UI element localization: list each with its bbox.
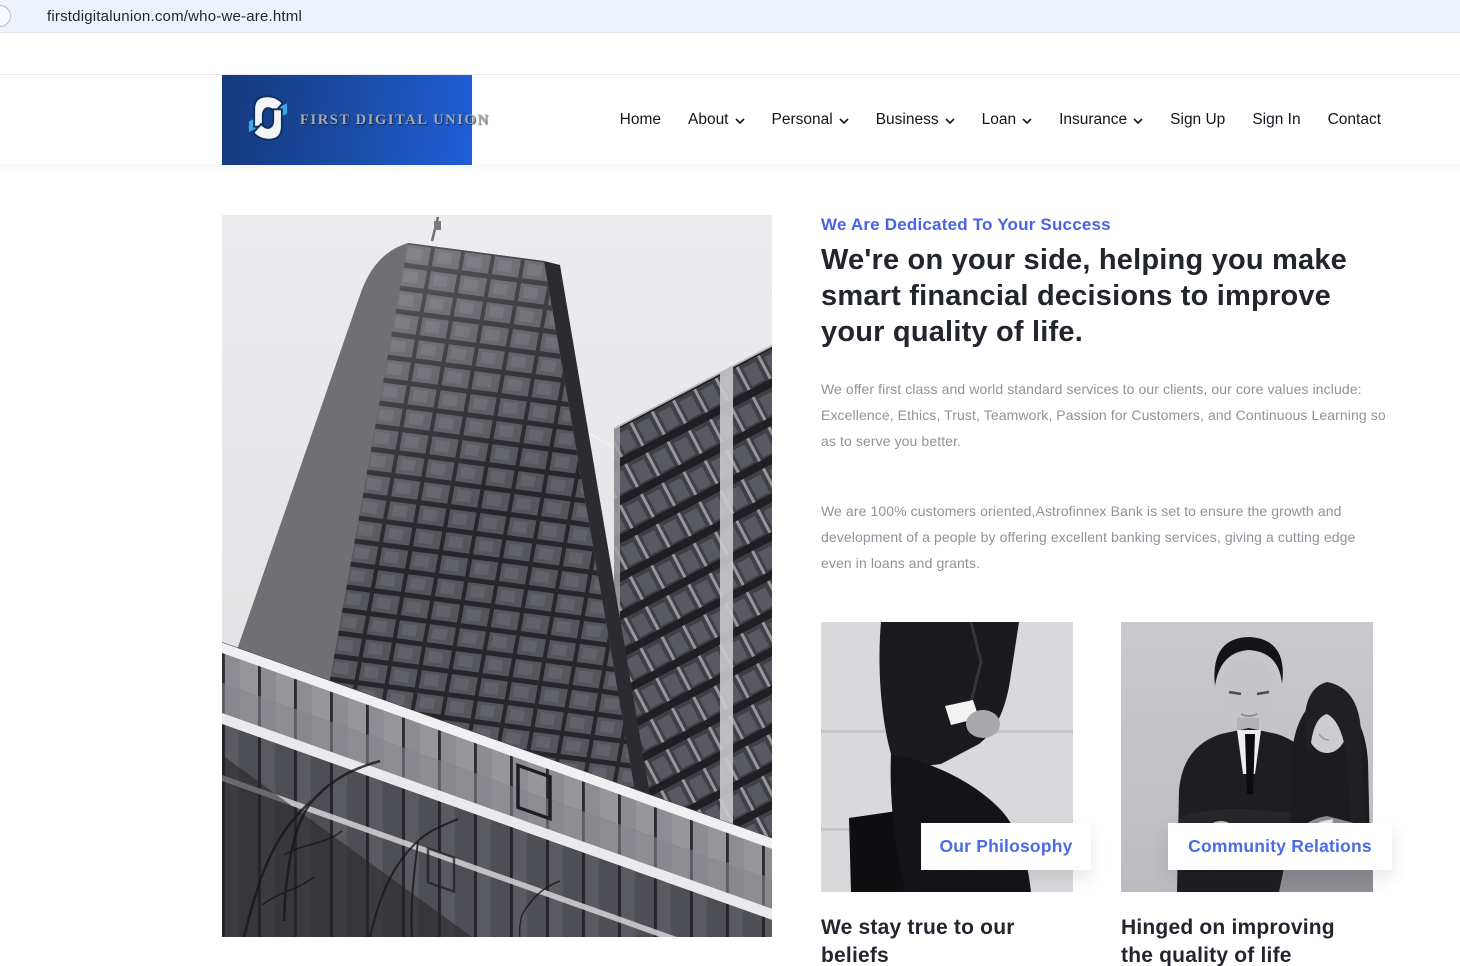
chevron-down-icon bbox=[839, 118, 849, 124]
card-label-community-relations[interactable]: Community Relations bbox=[1168, 823, 1392, 870]
feature-cards: Our Philosophy We stay true to our belie… bbox=[821, 622, 1396, 966]
header-gap bbox=[0, 33, 1460, 74]
logo[interactable]: FIRST DIGITAL UNION bbox=[222, 75, 488, 165]
nav-item-insurance[interactable]: Insurance bbox=[1059, 111, 1143, 129]
chevron-down-icon bbox=[945, 118, 955, 124]
card-label-our-philosophy[interactable]: Our Philosophy bbox=[921, 823, 1091, 870]
about-content: We Are Dedicated To Your Success We're o… bbox=[821, 215, 1396, 966]
nav-item-signin[interactable]: Sign In bbox=[1252, 111, 1300, 129]
nav-item-about[interactable]: About bbox=[688, 111, 745, 129]
nav-item-home[interactable]: Home bbox=[620, 111, 661, 129]
main-nav: Home About Personal Business Loan Insura… bbox=[620, 75, 1381, 165]
site-header: FIRST DIGITAL UNION Home About Personal … bbox=[0, 74, 1460, 165]
eyebrow-heading: We Are Dedicated To Your Success bbox=[821, 215, 1111, 234]
chevron-down-icon bbox=[734, 118, 745, 124]
address-bar-icon[interactable] bbox=[0, 5, 11, 27]
nav-item-contact[interactable]: Contact bbox=[1328, 111, 1381, 129]
card-title: Hinged on improving the quality of life bbox=[1121, 916, 1335, 966]
chevron-down-icon bbox=[1133, 118, 1143, 124]
main-section: We Are Dedicated To Your Success We're o… bbox=[0, 164, 1460, 966]
detail-paragraph: We are 100% customers oriented,Astrofinn… bbox=[821, 503, 1356, 571]
intro-paragraph: We offer first class and world standard … bbox=[821, 381, 1386, 449]
logo-text: FIRST DIGITAL UNION bbox=[300, 111, 490, 128]
chevron-down-icon bbox=[1022, 118, 1032, 124]
url-text[interactable]: firstdigitalunion.com/who-we-are.html bbox=[47, 8, 302, 25]
card-community-relations: Community Relations Hinged on improving … bbox=[1121, 622, 1392, 966]
skyscrapers-photo bbox=[222, 215, 772, 937]
nav-item-loan[interactable]: Loan bbox=[982, 111, 1032, 129]
page-title: We're on your side, helping you make sma… bbox=[821, 244, 1348, 348]
nav-item-signup[interactable]: Sign Up bbox=[1170, 111, 1225, 129]
address-bar[interactable]: firstdigitalunion.com/who-we-are.html bbox=[0, 0, 1460, 33]
card-our-philosophy: Our Philosophy We stay true to our belie… bbox=[821, 622, 1091, 966]
card-title: We stay true to our beliefs bbox=[821, 916, 1015, 966]
nav-item-business[interactable]: Business bbox=[876, 111, 955, 129]
nav-item-personal[interactable]: Personal bbox=[772, 111, 849, 129]
logo-emblem-icon bbox=[242, 90, 294, 151]
